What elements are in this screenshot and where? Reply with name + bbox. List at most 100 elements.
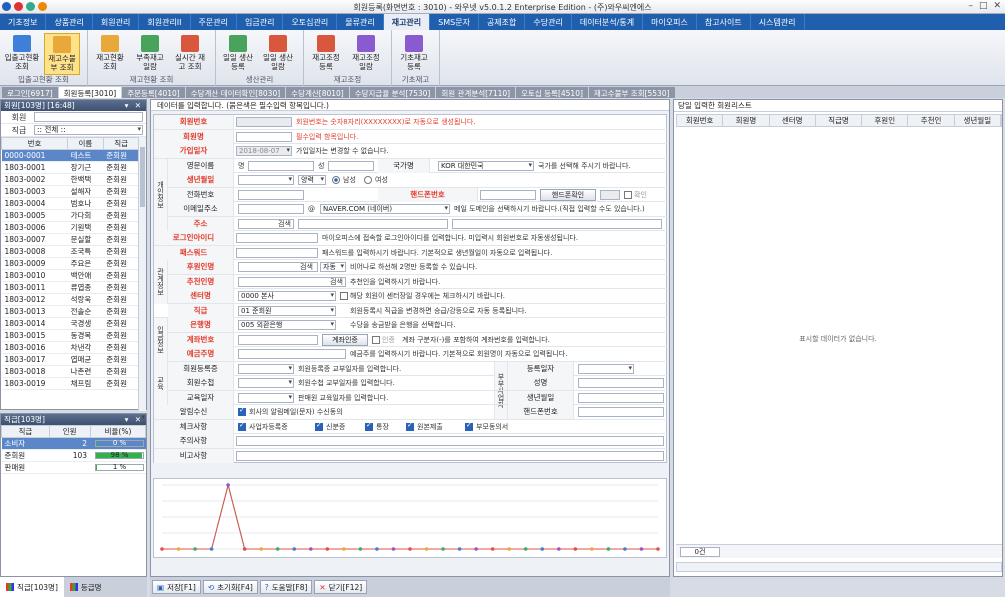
menu-item-7[interactable]: 물류관리 [337,14,384,30]
edu-date-input[interactable] [238,392,294,403]
dist-date-input[interactable] [578,363,634,374]
birth-input[interactable] [238,175,294,185]
table-row[interactable]: 1803-0002 한백택 준회원 [1,173,140,186]
sponsor-search-button[interactable]: 검색 [300,260,313,274]
check-item-checkbox-4[interactable] [465,421,473,431]
mobile-confirm-input[interactable] [600,189,620,200]
tel-input[interactable] [238,189,304,200]
minimize-icon[interactable]: – [968,1,973,11]
table-row[interactable]: 1803-0016 차낸각 준회원 [1,341,140,354]
account-input[interactable] [238,334,318,345]
doc-tab-7[interactable]: 오토십 등록[4510] [516,87,588,98]
ribbon-button-3-0[interactable]: 재고조정 등록 [308,33,344,75]
ribbon-button-1-1[interactable]: 부족재고 일람 [132,33,168,75]
eng-first-input[interactable] [248,160,314,171]
ribbon-button-1-0[interactable]: 재고현황 조회 [92,33,128,75]
center-head-checkbox[interactable] [340,292,348,300]
table-row[interactable]: 1803-0011 류엽종 준회원 [1,281,140,294]
menu-item-2[interactable]: 회원관리 [93,14,140,30]
check-item-checkbox-3[interactable] [406,421,414,431]
doc-tab-5[interactable]: 수당지급율 분석[7530] [349,87,436,98]
doc-tab-3[interactable]: 수당계산 데이터확인[8030] [185,87,286,98]
doc-tab-4[interactable]: 수당계산[8010] [286,87,349,98]
table-row[interactable]: 1803-0007 문실할 준회원 [1,233,140,246]
doc-tab-0[interactable]: 로그인[6917] [2,87,58,98]
close-button[interactable]: ✕ 닫기[F12] [314,580,368,594]
center-select[interactable]: 0000 본사 [238,291,336,301]
sponsor-mode-select[interactable]: 자동 [320,262,346,272]
table-row[interactable]: 1803-0009 주요은 준회원 [1,257,140,270]
menu-item-8[interactable]: 재고관리 [383,14,431,30]
mobile-input[interactable] [480,189,536,200]
notify-checkbox[interactable] [238,406,246,416]
password-input[interactable] [236,247,318,258]
save-button[interactable]: ▣ 저장[F1] [152,580,201,594]
member-scroll-thumb[interactable] [140,147,145,207]
address-search-button[interactable]: 검색 [278,217,291,231]
grade-filter-select[interactable]: :: 전체 :: [34,125,143,135]
doc-tab-2[interactable]: 주문등록[4010] [122,87,185,98]
member-book-date-input[interactable] [238,378,294,388]
table-row[interactable]: 1803-0014 국경생 준회원 [1,317,140,330]
mobile-confirm-checkbox[interactable] [624,190,632,199]
female-radio[interactable] [364,176,372,184]
dist-name-input[interactable] [578,378,664,388]
menu-item-0[interactable]: 기초정보 [0,14,47,30]
dist-mobile-input[interactable] [578,407,664,417]
maximize-icon[interactable]: □ [979,1,988,11]
doc-tab-8[interactable]: 재고수불부 조회[5530] [588,87,675,98]
email-id-input[interactable] [238,204,304,214]
member-scrollbar[interactable] [138,137,146,411]
horizontal-scrollbar[interactable] [676,562,1002,572]
table-row[interactable]: 1803-0003 설해자 준회원 [1,185,140,198]
check-item-checkbox-0[interactable] [238,421,246,431]
holder-input[interactable] [238,349,346,359]
ribbon-button-4-0[interactable]: 기초재고 등록 [396,33,432,75]
remark-input[interactable] [236,450,664,461]
login-input[interactable] [236,233,318,243]
reset-button[interactable]: ⟲ 초기화[F4] [202,580,258,594]
bank-select[interactable]: 005 외환은행 [238,320,336,330]
menu-item-9[interactable]: SMS문자 [430,14,479,30]
doc-tab-6[interactable]: 회원 관계분석[7110] [436,87,516,98]
email-domain-select[interactable]: NAVER.COM (네이버) [320,204,450,214]
ribbon-button-3-1[interactable]: 재고조정 일람 [348,33,384,75]
member-name-input[interactable] [236,131,292,142]
join-date-input[interactable]: 2018-08-07 [236,146,292,156]
menu-item-15[interactable]: 시스템관리 [751,14,805,30]
mobile-check-button[interactable]: 핸드폰확인 [540,188,596,201]
table-row[interactable]: 1803-0004 범호나 준회원 [1,197,140,210]
doc-tab-1[interactable]: 회원등록[3010] [58,87,122,98]
menu-item-13[interactable]: 마이오피스 [643,14,697,30]
menu-item-14[interactable]: 참고사이트 [697,14,751,30]
menu-item-1[interactable]: 상품관리 [46,14,93,30]
ribbon-button-0-0[interactable]: 입출고현황 조회 [4,33,40,75]
tab-grade-name[interactable]: 등급명 [64,577,108,597]
grade-row[interactable]: 소비자 2 0 % [1,437,147,450]
country-select[interactable]: KOR 대한민국 [438,160,534,171]
memo-input[interactable] [236,436,664,446]
table-row[interactable]: 1803-0006 기원택 준회원 [1,221,140,234]
menu-item-12[interactable]: 데이터분석/통계 [572,14,644,30]
ribbon-button-1-2[interactable]: 실시간 재고 조회 [172,33,208,75]
calendar-select[interactable]: 양력 [298,175,326,185]
table-row[interactable]: 0000-0001 테스트 준회원 [1,149,140,162]
table-row[interactable]: 1803-0001 장기근 준회원 [1,161,140,174]
rank-select[interactable]: 01 준회원 [238,305,336,316]
check-item-checkbox-1[interactable] [315,421,323,431]
menu-item-3[interactable]: 회원관리II [139,14,191,30]
address-detail-input[interactable] [452,218,662,229]
help-button[interactable]: ? 도움말[F8] [259,580,313,594]
table-row[interactable]: 1803-0017 엽매균 준회원 [1,353,140,366]
member-no-input[interactable] [236,117,292,127]
panel-controls-icon[interactable]: ▾ ✕ [125,100,143,111]
recommender-search-button[interactable]: 검색 [330,275,343,289]
table-row[interactable]: 1803-0019 채프림 준회원 [1,377,140,390]
ribbon-button-0-1[interactable]: 재고수불부 조회 [44,33,80,75]
close-icon[interactable]: ✕ [993,1,1001,11]
address-input[interactable] [298,218,448,229]
account-auth-checkbox[interactable] [372,335,380,344]
table-row[interactable]: 1803-0013 전솔순 준회원 [1,305,140,318]
menu-item-10[interactable]: 공제조합 [479,14,526,30]
ribbon-button-2-1[interactable]: 일일 생산일람 [260,33,296,75]
